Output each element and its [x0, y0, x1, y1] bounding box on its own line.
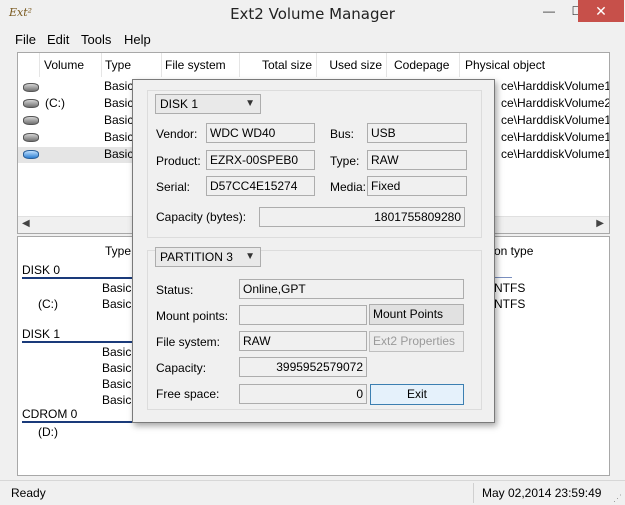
status-text: Ready	[11, 486, 46, 500]
status-field[interactable]: Online,GPT	[239, 279, 464, 299]
disk1-row-type[interactable]: Basic	[102, 361, 131, 375]
disk0-row-fs[interactable]: NTFS	[494, 297, 525, 311]
disk0-row-type[interactable]: Basic	[102, 297, 131, 311]
scroll-left-icon[interactable]: ◀	[22, 218, 30, 229]
partition-select[interactable]: PARTITION 3 ▼	[155, 247, 261, 267]
status-timestamp: May 02,2014 23:59:49	[482, 486, 602, 500]
row-physical-object[interactable]: ce\HarddiskVolume1	[501, 79, 609, 93]
cdrom0-label[interactable]: CDROM 0	[22, 407, 77, 421]
row-type[interactable]: Basic	[104, 96, 133, 110]
bus-label: Bus:	[330, 127, 355, 141]
free-space-field[interactable]: 0	[239, 384, 367, 404]
column-header-volume[interactable]: Volume	[40, 53, 102, 77]
cdrom0-underline	[22, 421, 132, 423]
column-header-physical-object[interactable]: Physical object	[460, 53, 609, 77]
column-header-type[interactable]: Type	[105, 244, 131, 258]
drive-icon	[23, 83, 39, 92]
row-type[interactable]: Basic	[104, 130, 133, 144]
bus-field[interactable]: USB	[367, 123, 467, 143]
disk1-label[interactable]: DISK 1	[22, 327, 60, 341]
menu-tools[interactable]: Tools	[81, 32, 111, 47]
vendor-field[interactable]: WDC WD40	[206, 123, 315, 143]
disk0-row-fs[interactable]: NTFS	[494, 281, 525, 295]
menu-help[interactable]: Help	[124, 32, 151, 47]
free-space-label: Free space:	[156, 387, 220, 401]
type-field[interactable]: RAW	[367, 150, 467, 170]
row-type[interactable]: Basic	[104, 113, 133, 127]
title-bar: Ext² Ext2 Volume Manager — ☐ ✕	[0, 0, 625, 30]
product-field[interactable]: EZRX-00SPEB0	[206, 150, 315, 170]
status-separator	[473, 483, 474, 503]
menu-edit[interactable]: Edit	[47, 32, 69, 47]
disk1-underline	[22, 341, 132, 343]
serial-field[interactable]: D57CC4E15274	[206, 176, 315, 196]
disk1-row-type[interactable]: Basic	[102, 345, 131, 359]
scroll-right-icon[interactable]: ▶	[596, 218, 604, 229]
resize-grip-icon[interactable]: ⋰	[613, 493, 623, 503]
drive-icon	[23, 133, 39, 142]
capacity-bytes-label: Capacity (bytes):	[156, 210, 247, 224]
capacity-label: Capacity:	[156, 361, 207, 375]
disk1-row-type[interactable]: Basic	[102, 393, 131, 407]
media-field[interactable]: Fixed	[367, 176, 467, 196]
column-header-codepage[interactable]: Codepage	[387, 53, 460, 77]
partition-select-value: PARTITION 3	[160, 250, 233, 264]
column-header-icon[interactable]	[18, 53, 40, 77]
drive-icon	[23, 99, 39, 108]
media-label: Media:	[330, 180, 367, 194]
mount-points-label: Mount points:	[156, 309, 229, 323]
column-header-file-system[interactable]: File system	[162, 53, 240, 77]
minimize-button[interactable]: —	[535, 0, 563, 22]
chevron-down-icon: ▼	[245, 251, 255, 262]
cdrom0-row-volume[interactable]: (D:)	[38, 425, 58, 439]
vendor-label: Vendor:	[156, 127, 198, 141]
menu-file[interactable]: File	[15, 32, 36, 47]
product-label: Product:	[156, 154, 201, 168]
disk0-row-volume[interactable]: (C:)	[38, 297, 58, 311]
chevron-down-icon: ▼	[245, 98, 255, 109]
mount-points-field[interactable]	[239, 305, 367, 325]
menu-bar: File Edit Tools Help	[0, 30, 625, 50]
disk0-underline-right	[492, 277, 512, 278]
usb-drive-icon	[23, 150, 39, 159]
mount-points-button[interactable]: Mount Points	[369, 304, 464, 325]
row-physical-object[interactable]: ce\HarddiskVolume13	[501, 147, 609, 161]
capacity-bytes-field[interactable]: 1801755809280	[259, 207, 465, 227]
column-header-type[interactable]: Type	[102, 53, 162, 77]
drive-icon	[23, 116, 39, 125]
disk0-underline	[22, 277, 132, 279]
row-type[interactable]: Basic	[104, 79, 133, 93]
row-type[interactable]: Basic	[104, 147, 133, 161]
disk1-row-type[interactable]: Basic	[102, 377, 131, 391]
disk-select[interactable]: DISK 1 ▼	[155, 94, 261, 114]
row-volume[interactable]: (C:)	[45, 96, 65, 110]
row-physical-object[interactable]: ce\HarddiskVolume12	[501, 130, 609, 144]
disk-properties-dialog: DISK 1 ▼ Vendor: WDC WD40 Bus: USB Produ…	[132, 79, 495, 423]
status-bar: Ready May 02,2014 23:59:49 ⋰	[0, 480, 625, 505]
window-title: Ext2 Volume Manager	[230, 5, 395, 23]
disk0-label[interactable]: DISK 0	[22, 263, 60, 277]
capacity-field[interactable]: 3995952579072	[239, 357, 367, 377]
column-header-total-size[interactable]: Total size	[240, 53, 317, 77]
column-header-used-size[interactable]: Used size	[317, 53, 387, 77]
type-label: Type:	[330, 154, 360, 168]
row-physical-object[interactable]: ce\HarddiskVolume2	[501, 96, 609, 110]
serial-label: Serial:	[156, 180, 191, 194]
file-system-field[interactable]: RAW	[239, 331, 367, 351]
exit-button[interactable]: Exit	[370, 384, 464, 405]
row-physical-object[interactable]: ce\HarddiskVolume11	[501, 113, 609, 127]
disk0-row-type[interactable]: Basic	[102, 281, 131, 295]
file-system-label: File system:	[156, 335, 221, 349]
close-button[interactable]: ✕	[578, 0, 624, 22]
status-label: Status:	[156, 283, 194, 297]
column-header-partition-type[interactable]: on type	[494, 244, 533, 258]
ext2-properties-button[interactable]: Ext2 Properties	[369, 331, 464, 352]
disk-select-value: DISK 1	[160, 97, 199, 111]
